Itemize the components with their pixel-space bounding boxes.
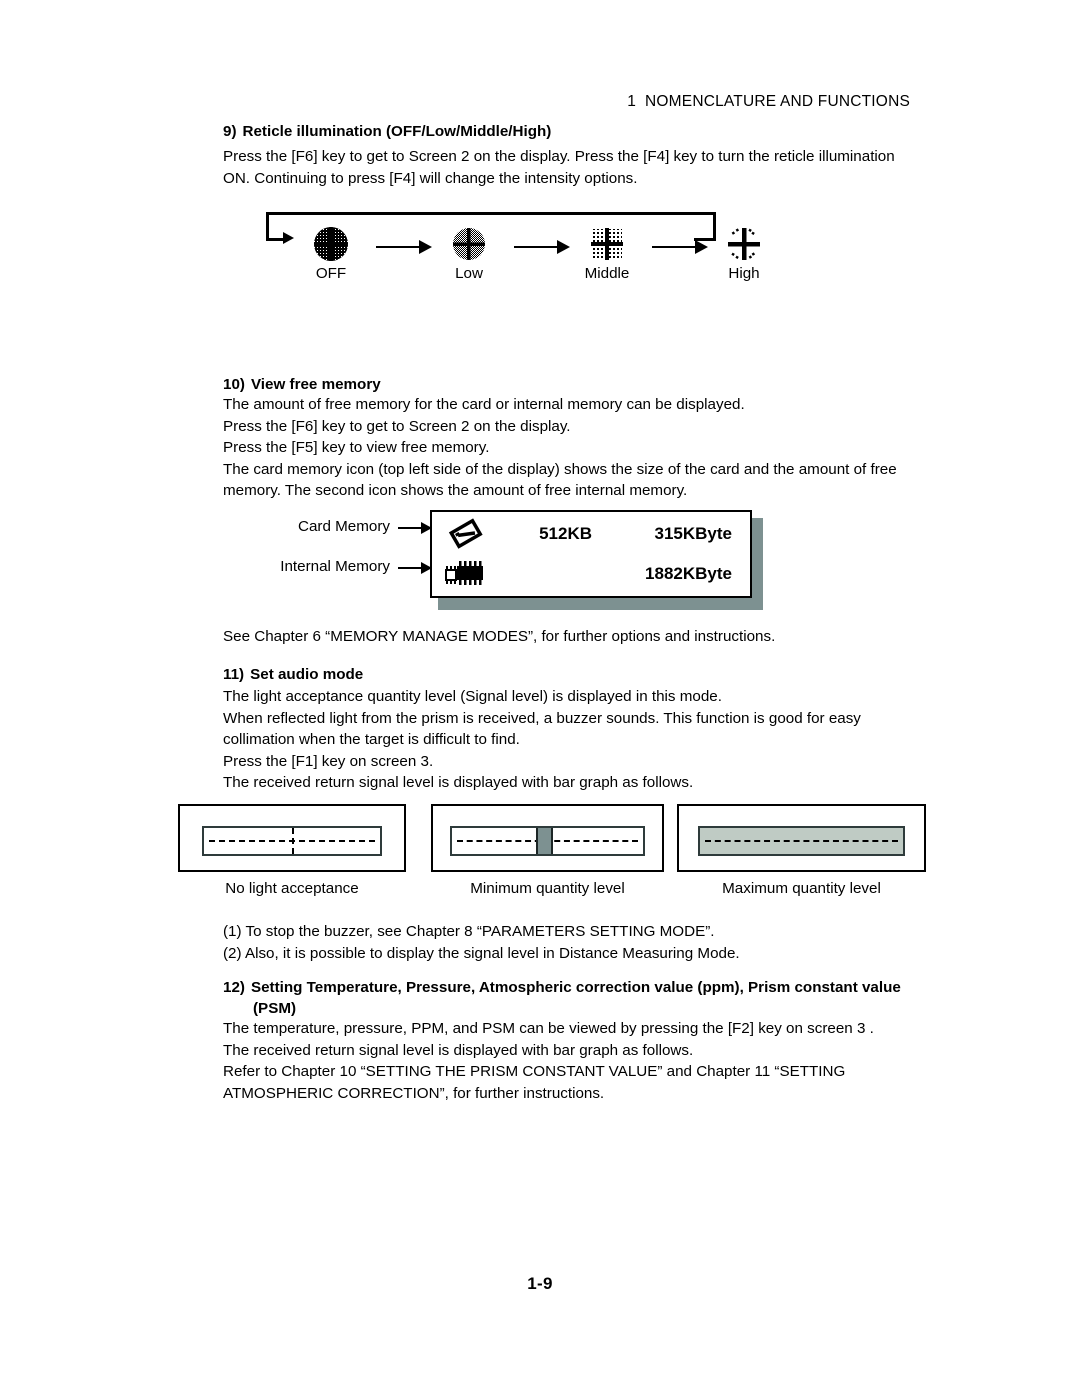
section-11-note-2: (2) Also, it is possible to display the …: [223, 944, 740, 962]
card-memory-free: 315KByte: [654, 524, 733, 543]
loop-top-line: [266, 212, 716, 215]
signal-bar-minimum-caption: Minimum quantity level: [470, 880, 625, 897]
reticle-illumination-diagram: OFF Low Middle High: [258, 212, 760, 292]
signal-bar-level-segment: [536, 828, 554, 854]
signal-bar-baseline: [705, 840, 898, 842]
section-10-see-also: See Chapter 6 “MEMORY MANAGE MODES”, for…: [223, 626, 913, 648]
signal-bar-minimum: Minimum quantity level: [431, 804, 664, 897]
section-12-body: The temperature, pressure, PPM, and PSM …: [223, 1018, 913, 1104]
signal-bar-center-tick: [292, 828, 294, 854]
section-12-line-2: The received return signal level is disp…: [223, 1041, 694, 1059]
loop-arrow-icon: [283, 232, 294, 244]
section-12-line-1: The temperature, pressure, PPM, and PSM …: [223, 1020, 874, 1037]
section-9-line-2: ON. Continuing to press [F4] will change…: [223, 169, 638, 187]
card-memory-callout-line: [398, 527, 423, 530]
reticle-arrow-1-icon: [376, 240, 432, 254]
signal-bar-track: [202, 826, 382, 856]
section-11-notes: (1) To stop the buzzer, see Chapter 8 “P…: [223, 921, 913, 964]
running-head-title: NOMENCLATURE AND FUNCTIONS: [645, 93, 910, 110]
section-10-line-5: memory. The second icon shows the amount…: [223, 482, 688, 499]
section-11-note-1: (1) To stop the buzzer, see Chapter 8 “P…: [223, 923, 715, 940]
section-10-body: The amount of free memory for the card o…: [223, 394, 913, 502]
reticle-step-high-label: High: [728, 265, 760, 282]
reticle-step-low-label: Low: [455, 265, 483, 282]
card-memory-callout-label: Card Memory: [298, 518, 390, 535]
section-11-number: 11): [223, 666, 245, 683]
section-9-body: Press the [F6] key to get to Screen 2 on…: [223, 146, 913, 189]
card-memory-size: 512KB: [539, 524, 592, 543]
section-10-line-4: The card memory icon (top left side of t…: [223, 460, 897, 478]
section-11-line-3: collimation when the target is difficult…: [223, 731, 520, 748]
section-12-number: 12): [223, 979, 245, 996]
section-10-number: 10): [223, 376, 245, 393]
internal-memory-callout-label: Internal Memory: [280, 558, 390, 575]
reticle-middle-icon: [576, 224, 638, 264]
reticle-arrow-3-icon: [652, 240, 708, 254]
reticle-step-low: Low: [438, 224, 500, 282]
section-10-line-2: Press the [F6] key to get to Screen 2 on…: [223, 417, 571, 435]
section-12-title-line-2: (PSM): [253, 1000, 297, 1017]
section-11-line-4: Press the [F1] key on screen 3.: [223, 752, 434, 770]
signal-level-bar-figures: No light acceptance Minimum quantity lev…: [178, 804, 926, 904]
loop-left-line: [266, 212, 269, 240]
memory-chip-icon: [432, 558, 500, 590]
reticle-high-icon: [713, 224, 775, 264]
section-12-line-3: Refer to Chapter 10 “SETTING THE PRISM C…: [223, 1063, 846, 1080]
internal-memory-row: 1882KByte: [432, 552, 750, 596]
section-11-body: The light acceptance quantity level (Sig…: [223, 686, 913, 794]
reticle-step-off-label: OFF: [315, 265, 347, 282]
section-9-number: 9): [223, 123, 237, 140]
internal-memory-callout-line: [398, 567, 423, 570]
running-head-chapter-number: 1: [627, 93, 637, 110]
signal-bar-outer-frame: [431, 804, 664, 872]
section-11-line-2: When reflected light from the prism is r…: [223, 709, 861, 727]
internal-memory-free: 1882KByte: [645, 564, 732, 583]
reticle-step-off: OFF: [300, 224, 362, 282]
signal-bar-track: [698, 826, 905, 856]
document-page: 1 NOMENCLATURE AND FUNCTIONS 9) Reticle il…: [0, 0, 1080, 1397]
section-11-title: Set audio mode: [250, 666, 364, 683]
display-panel: 512KB 315KByte 1882KByte: [430, 510, 752, 598]
reticle-arrow-2-icon: [514, 240, 570, 254]
section-11-line-5: The received return signal level is disp…: [223, 774, 694, 791]
section-9-title: Reticle illumination (OFF/Low/Middle/Hig…: [242, 123, 552, 140]
signal-bar-outer-frame: [178, 804, 406, 872]
signal-bar-maximum-caption: Maximum quantity level: [722, 880, 881, 897]
signal-bar-no-light: No light acceptance: [178, 804, 406, 897]
running-head: 1 NOMENCLATURE AND FUNCTIONS: [0, 93, 910, 111]
signal-bar-no-light-caption: No light acceptance: [225, 880, 359, 897]
page-number: 1-9: [527, 1274, 553, 1293]
signal-bar-maximum: Maximum quantity level: [677, 804, 926, 897]
section-11-line-1: The light acceptance quantity level (Sig…: [223, 688, 722, 705]
section-10-line-1: The amount of free memory for the card o…: [223, 396, 745, 413]
section-10-line-3: Press the [F5] key to view free memory.: [223, 439, 490, 456]
section-12-heading-continued: (PSM): [223, 998, 943, 1019]
section-10-heading: 10) View free memory: [223, 374, 913, 395]
section-10-title: View free memory: [250, 376, 381, 393]
section-9-heading: 9) Reticle illumination (OFF/Low/Middle/H…: [223, 121, 943, 142]
free-memory-display-figure: Card Memory Internal Memory 512KB 315KBy…: [280, 506, 763, 616]
card-memory-row: 512KB 315KByte: [432, 512, 750, 556]
memory-card-icon: [432, 517, 500, 551]
reticle-low-icon: [438, 224, 500, 264]
section-12-line-4: ATMOSPHERIC CORRECTION”, for further ins…: [223, 1084, 605, 1102]
section-12-heading: 12) Setting Temperature, Pressure, Atmosp…: [223, 977, 943, 998]
section-10-see-also-text: See Chapter 6 “MEMORY MANAGE MODES”, for…: [223, 628, 776, 645]
reticle-off-icon: [300, 224, 362, 264]
signal-bar-track: [450, 826, 645, 856]
reticle-step-high: High: [713, 224, 775, 282]
reticle-step-middle: Middle: [576, 224, 638, 282]
section-11-heading: 11) Set audio mode: [223, 664, 913, 685]
signal-bar-outer-frame: [677, 804, 926, 872]
section-9-line-1: Press the [F6] key to get to Screen 2 on…: [223, 148, 895, 165]
loop-left-foot-line: [266, 238, 284, 241]
section-12-title-line-1: Setting Temperature, Pressure, Atmospher…: [250, 979, 901, 996]
reticle-step-middle-label: Middle: [584, 265, 630, 282]
